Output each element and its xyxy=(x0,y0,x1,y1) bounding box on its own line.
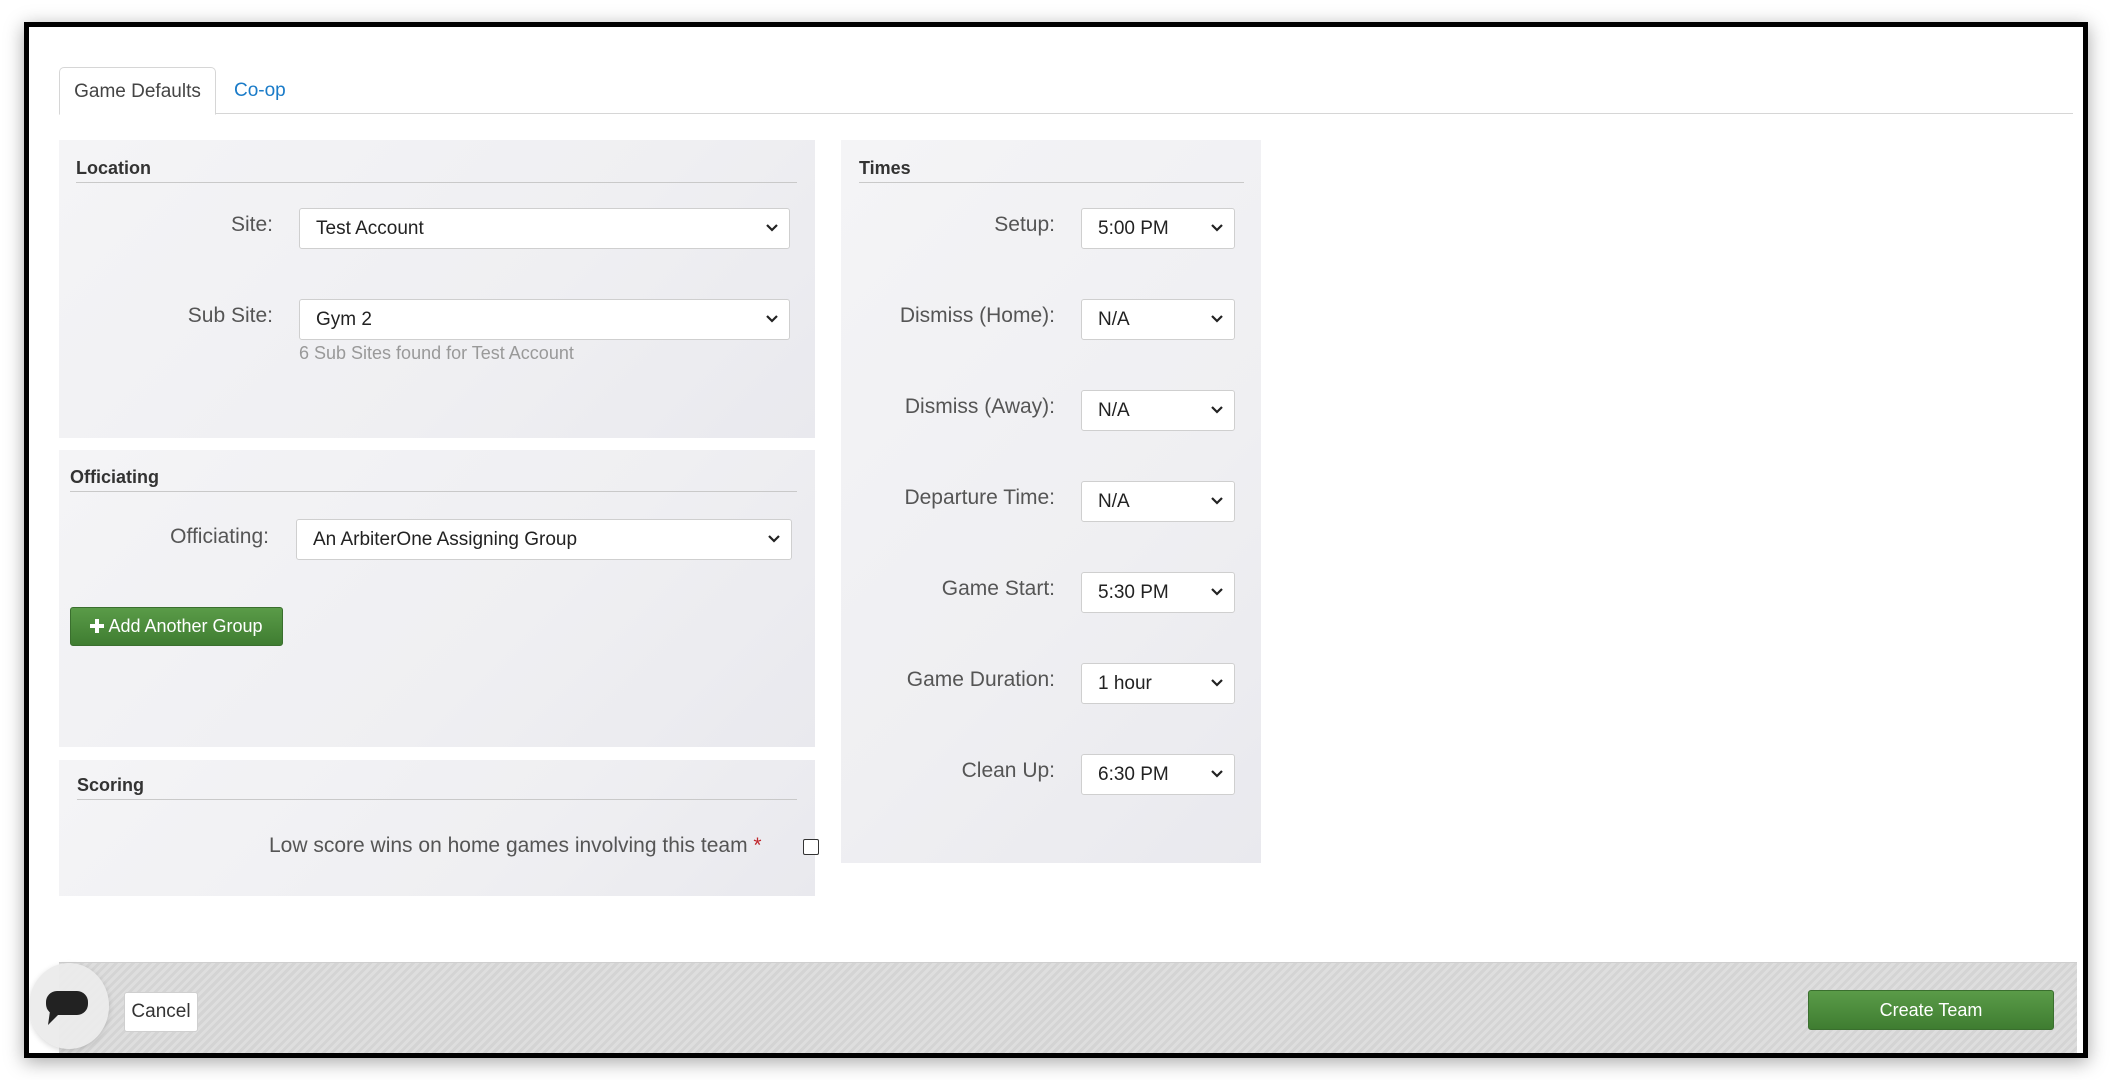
game-start-value: 5:30 PM xyxy=(1098,582,1169,603)
create-team-button[interactable]: Create Team xyxy=(1808,990,2054,1030)
chat-icon xyxy=(46,991,88,1025)
subsite-label: Sub Site: xyxy=(187,304,273,327)
officiating-section-title: Officiating xyxy=(70,467,797,492)
game-duration-select[interactable]: 1 hour xyxy=(1081,663,1235,704)
game-duration-value: 1 hour xyxy=(1098,673,1152,694)
low-score-checkbox[interactable] xyxy=(803,839,819,855)
low-score-label: Low score wins on home games involving t… xyxy=(269,834,762,858)
subsite-hint: 6 Sub Sites found for Test Account xyxy=(299,343,574,363)
location-panel: Location Site: Test Account Sub Site: Gy… xyxy=(59,140,815,438)
tab-game-defaults[interactable]: Game Defaults xyxy=(59,67,216,115)
setup-value: 5:00 PM xyxy=(1098,218,1169,239)
departure-time-select[interactable]: N/A xyxy=(1081,481,1235,522)
tab-bar: Game Defaults Co-op xyxy=(59,67,2073,115)
departure-time-value: N/A xyxy=(1098,491,1130,512)
footer-bar: Cancel Create Team xyxy=(59,962,2077,1053)
game-duration-label: Game Duration: xyxy=(906,668,1055,691)
app-window: Game Defaults Co-op Location Site: Test … xyxy=(24,22,2088,1058)
dismiss-home-value: N/A xyxy=(1098,309,1130,330)
chevron-down-icon xyxy=(1211,224,1223,232)
scoring-panel: Scoring Low score wins on home games inv… xyxy=(59,760,819,896)
chevron-down-icon xyxy=(1211,770,1223,778)
chevron-down-icon xyxy=(1211,588,1223,596)
chevron-down-icon xyxy=(1211,406,1223,414)
game-start-select[interactable]: 5:30 PM xyxy=(1081,572,1235,613)
chevron-down-icon xyxy=(1211,315,1223,323)
cancel-button[interactable]: Cancel xyxy=(124,992,198,1032)
dismiss-away-value: N/A xyxy=(1098,400,1130,421)
chevron-down-icon xyxy=(766,315,778,323)
dismiss-away-select[interactable]: N/A xyxy=(1081,390,1235,431)
dismiss-home-select[interactable]: N/A xyxy=(1081,299,1235,340)
site-select[interactable]: Test Account xyxy=(299,208,790,249)
chevron-down-icon xyxy=(766,224,778,232)
setup-select[interactable]: 5:00 PM xyxy=(1081,208,1235,249)
departure-time-label: Departure Time: xyxy=(904,486,1055,509)
tab-co-op[interactable]: Co-op xyxy=(216,67,304,115)
plus-icon xyxy=(90,619,105,633)
clean-up-value: 6:30 PM xyxy=(1098,764,1169,785)
clean-up-label: Clean Up: xyxy=(961,759,1055,782)
clean-up-select[interactable]: 6:30 PM xyxy=(1081,754,1235,795)
dismiss-home-label: Dismiss (Home): xyxy=(899,304,1055,327)
game-start-label: Game Start: xyxy=(941,577,1055,600)
setup-label: Setup: xyxy=(994,213,1055,236)
officiating-label: Officiating: xyxy=(170,525,269,548)
dismiss-away-label: Dismiss (Away): xyxy=(904,395,1055,418)
officiating-select-value: An ArbiterOne Assigning Group xyxy=(313,529,578,550)
chat-widget-button[interactable] xyxy=(29,963,109,1049)
add-another-group-button[interactable]: Add Another Group xyxy=(70,607,283,646)
chevron-down-icon xyxy=(1211,497,1223,505)
subsite-select-value: Gym 2 xyxy=(316,309,372,330)
times-panel: Times Setup: 5:00 PM Dismiss (Home): N/A… xyxy=(841,140,1261,863)
scoring-section-title: Scoring xyxy=(77,775,797,800)
chevron-down-icon xyxy=(768,535,780,543)
add-another-group-label: Add Another Group xyxy=(108,616,263,636)
officiating-panel: Officiating Officiating: An ArbiterOne A… xyxy=(59,450,815,747)
subsite-select[interactable]: Gym 2 xyxy=(299,299,790,340)
low-score-text: Low score wins on home games involving t… xyxy=(269,834,748,857)
chevron-down-icon xyxy=(1211,679,1223,687)
officiating-select[interactable]: An ArbiterOne Assigning Group xyxy=(296,519,792,560)
required-asterisk: * xyxy=(753,834,762,857)
times-section-title: Times xyxy=(859,158,1244,183)
location-section-title: Location xyxy=(76,158,797,183)
site-label: Site: xyxy=(230,213,273,236)
site-select-value: Test Account xyxy=(316,218,424,239)
